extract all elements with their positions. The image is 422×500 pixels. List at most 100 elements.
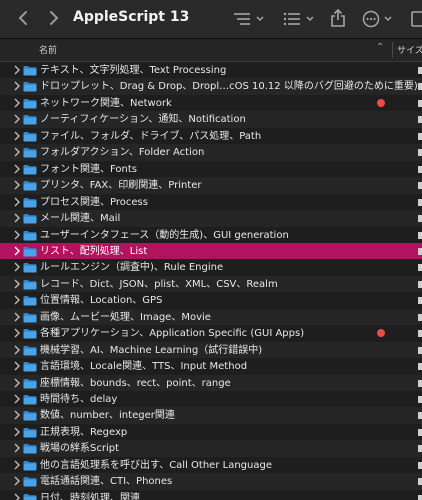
folder-row[interactable]: 正規表現、Regexp [0,424,422,441]
folder-row[interactable]: 戦場の絆系Script [0,440,422,457]
folder-row[interactable]: 数値、number、integer関連 [0,407,422,424]
disclosure-chevron-icon[interactable] [13,230,21,240]
disclosure-chevron-icon[interactable] [13,164,21,174]
disclosure-chevron-icon[interactable] [13,378,21,388]
group-button[interactable] [282,10,318,28]
folder-icon [23,460,37,471]
folder-row[interactable]: ドロップレット、Drag & Drop、Dropl…cOS 10.12 以降のバ… [0,78,422,95]
folder-name: 機械学習、AI、Machine Learning（試行錯誤中) [40,344,263,356]
folder-name: ルールエンジン（調査中)、Rule Engine [40,262,224,274]
folder-name: テキスト、文字列処理、Text Processing [40,65,227,76]
disclosure-chevron-icon[interactable] [13,312,21,322]
folder-row[interactable]: 座標情報、bounds、rect、point、range [0,374,422,392]
folder-row[interactable]: プロセス関連、Process [0,194,422,211]
folder-row[interactable]: ネットワーク関連、Network [0,95,422,112]
disclosure-chevron-icon[interactable] [13,361,21,371]
folder-row[interactable]: プリンタ、FAX、印刷関連、Printer [0,177,422,194]
folder-row[interactable]: 他の言語処理系を呼び出す、Call Other Language [0,457,422,474]
folder-name: 言語環境、Locale関連、TTS、Input Method [40,361,248,373]
disclosure-chevron-icon[interactable] [13,98,21,108]
disclosure-chevron-icon[interactable] [13,131,21,141]
chevron-left-icon [18,11,27,25]
folder-name: ユーザーインタフェース（動的生成)、GUI generation [40,229,289,241]
folder-name: 戦場の絆系Script [40,443,120,455]
disclosure-chevron-icon[interactable] [13,114,21,124]
folder-name: フォルダアクション、Folder Action [40,147,205,159]
disclosure-chevron-icon[interactable] [13,279,21,289]
folder-name: 数値、number、integer関連 [40,410,175,422]
disclosure-chevron-icon[interactable] [13,180,21,190]
disclosure-chevron-icon[interactable] [13,81,21,91]
view-options-button[interactable] [232,10,266,28]
folder-row[interactable]: レコード、Dict、JSON、plist、XML、CSV、Realm [0,275,422,293]
disclosure-chevron-icon[interactable] [13,427,21,437]
folder-row[interactable]: フォルダアクション、Folder Action [0,144,422,161]
folder-row[interactable]: 画像、ムービー処理、Image、Movie [0,308,422,326]
share-button[interactable] [330,8,346,27]
list-view-icon [234,13,264,25]
folder-name: 電話通話関連、CTI、Phones [40,476,173,488]
folder-name: リスト、配列処理、List [40,245,148,257]
disclosure-chevron-icon[interactable] [13,493,21,500]
disclosure-chevron-icon[interactable] [13,213,21,223]
sort-chevron-icon[interactable]: ⌃ [376,42,384,53]
disclosure-chevron-icon[interactable] [13,460,21,470]
folder-row[interactable]: 時間待ち、delay [0,391,422,408]
folder-row[interactable]: 日付、時刻処理、関連 [0,490,422,500]
folder-icon [23,214,37,224]
disclosure-chevron-icon[interactable] [13,197,21,207]
folder-row[interactable]: 言語環境、Locale関連、TTS、Input Method [0,358,422,375]
finder-toolbar: AppleScript 13 [0,0,422,39]
folder-row[interactable]: ノーティフィケーション、通知、Notification [0,111,422,128]
forward-button[interactable] [44,9,62,27]
folder-row[interactable]: ファイル、フォルダ、ドライブ、パス処理、Path [0,128,422,145]
size-cell [418,313,422,321]
disclosure-chevron-icon[interactable] [13,394,21,404]
folder-icon [23,82,37,92]
disclosure-chevron-icon[interactable] [13,345,21,355]
folder-icon [23,115,37,125]
folder-row[interactable]: メール関連、Mail [0,210,422,227]
folder-name: プロセス関連、Process [40,196,148,208]
disclosure-chevron-icon[interactable] [13,476,21,486]
disclosure-chevron-icon[interactable] [13,328,21,338]
red-tag-icon [377,98,385,107]
size-cell [418,379,422,387]
disclosure-chevron-icon[interactable] [13,410,21,420]
folder-icon [23,345,37,356]
folder-row[interactable]: ルールエンジン（調査中)、Rule Engine [0,259,422,276]
disclosure-chevron-icon[interactable] [13,443,21,453]
size-cell [418,215,422,223]
disclosure-chevron-icon[interactable] [13,295,21,305]
folder-row[interactable]: ユーザーインタフェース（動的生成)、GUI generation [0,227,422,244]
share-icon [331,8,345,27]
size-cell [418,428,422,436]
size-column-header[interactable]: サイズ [397,43,422,56]
size-cell [418,396,422,403]
folder-row[interactable]: 機械学習、AI、Machine Learning（試行錯誤中) [0,341,422,359]
column-divider[interactable] [392,42,393,58]
folder-row[interactable]: フォント関連、Fonts [0,161,422,178]
disclosure-chevron-icon[interactable] [13,147,21,157]
folder-icon [23,148,37,158]
folder-row[interactable]: 電話通話関連、CTI、Phones [0,473,422,490]
disclosure-chevron-icon[interactable] [13,65,21,75]
back-button[interactable] [15,9,33,27]
column-header: 名前 ⌃ サイズ [0,39,422,62]
size-cell [418,149,422,157]
disclosure-chevron-icon[interactable] [13,262,21,272]
disclosure-chevron-icon[interactable] [13,246,21,256]
sidebar-toggle-button[interactable] [410,9,422,27]
folder-row[interactable]: 各種アプリケーション、Application Specific (GUI App… [0,325,422,342]
size-cell [418,494,422,500]
action-menu-button[interactable] [362,10,400,28]
folder-icon [23,98,37,109]
folder-row[interactable]: テキスト、文字列処理、Text Processing [0,62,422,79]
folder-icon [23,362,37,372]
folder-row[interactable]: リスト、配列処理、List [0,242,422,260]
size-cell [418,165,422,173]
size-cell [418,83,422,91]
folder-icon [23,444,37,454]
name-column-header[interactable]: 名前 [39,43,57,56]
folder-row[interactable]: 位置情報、Location、GPS [0,292,422,309]
